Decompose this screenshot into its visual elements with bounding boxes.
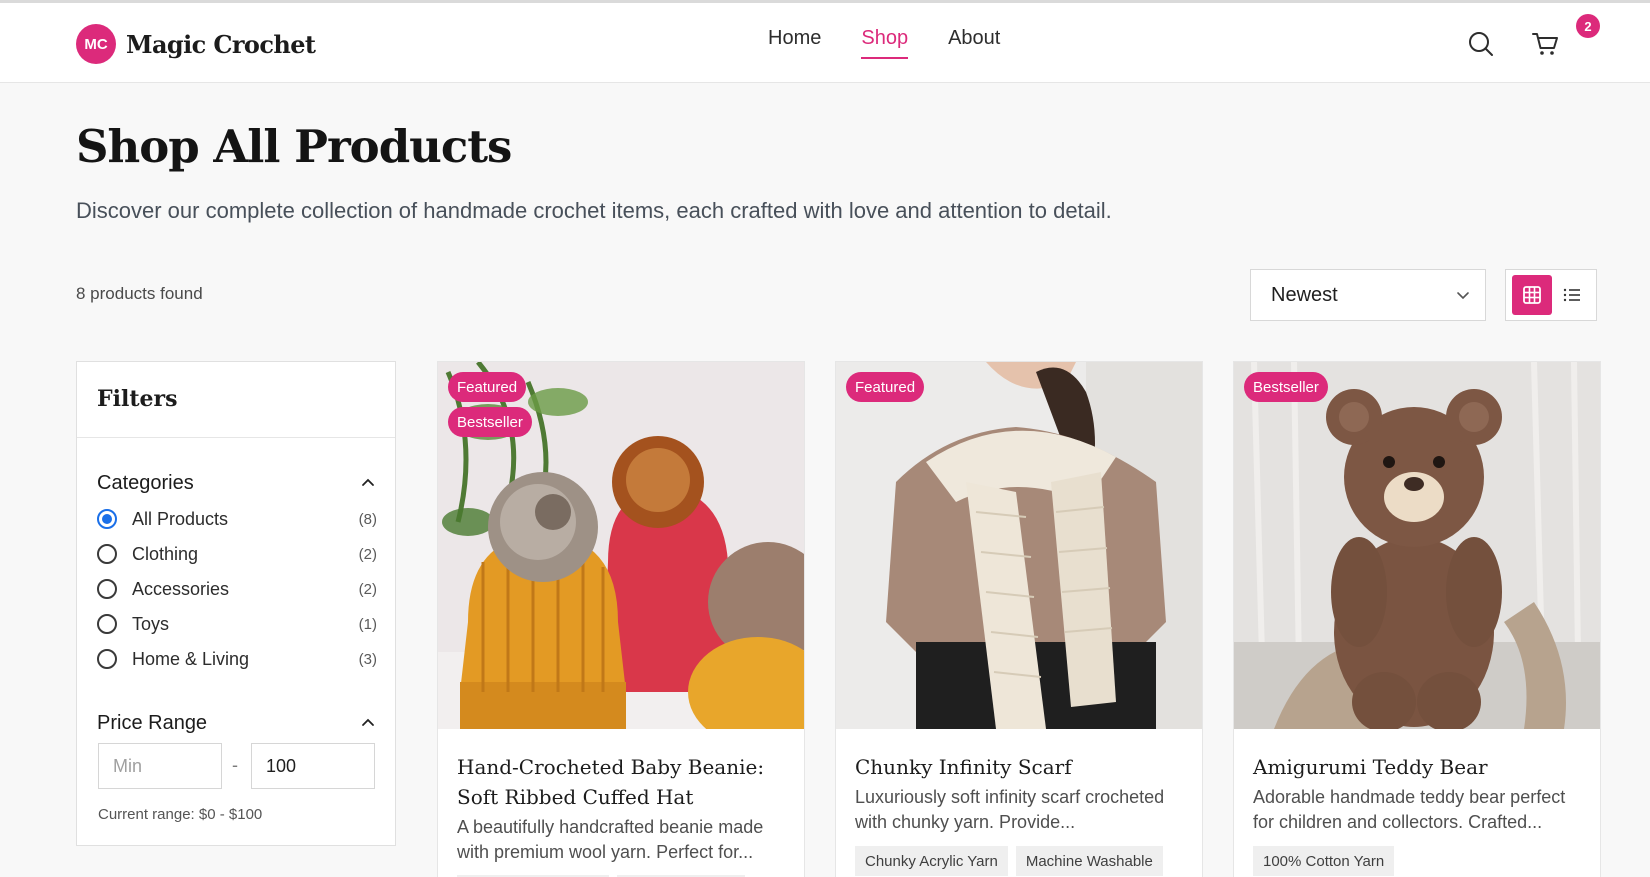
product-description: A beautifully handcrafted beanie made wi… <box>457 817 764 862</box>
product-tags: 100% Cotton Yarn <box>1253 846 1402 876</box>
badge-bestseller: Bestseller <box>448 407 532 437</box>
category-count: (3) <box>358 650 377 668</box>
product-title[interactable]: Amigurumi Teddy Bear <box>1253 752 1583 782</box>
price-min-input[interactable] <box>98 743 222 789</box>
cart-icon[interactable] <box>1531 29 1561 59</box>
product-tag: Chunky Acrylic Yarn <box>855 846 1008 876</box>
category-accessories[interactable]: Accessories (2) <box>97 574 377 604</box>
product-description: Luxuriously soft infinity scarf crochete… <box>855 787 1165 832</box>
view-toggle <box>1505 269 1597 321</box>
grid-icon <box>1523 286 1541 304</box>
product-card[interactable]: Bestseller Amigurumi Teddy Bear Adorable… <box>1233 361 1601 877</box>
category-count: (8) <box>358 510 377 528</box>
category-label: All Products <box>132 508 229 529</box>
current-range-text: Current range: $0 - $100 <box>98 806 263 823</box>
product-tag: Machine Washable <box>1015 846 1163 876</box>
category-home-living[interactable]: Home & Living (3) <box>97 644 377 674</box>
badge-featured: Featured <box>448 372 527 402</box>
category-label: Home & Living <box>132 648 250 669</box>
sort-select[interactable]: Newest <box>1250 269 1486 321</box>
radio-button[interactable] <box>97 579 117 599</box>
categories-heading: Categories <box>97 472 194 494</box>
product-title[interactable]: Hand-Crocheted Baby Beanie: Soft Ribbed … <box>457 752 787 812</box>
product-title[interactable]: Chunky Infinity Scarf <box>855 752 1185 782</box>
page-subtitle: Discover our complete collection of hand… <box>76 198 1112 223</box>
category-all-products[interactable]: All Products (8) <box>97 504 377 534</box>
main-nav: Home Shop About <box>768 27 1040 59</box>
search-icon[interactable] <box>1466 29 1496 59</box>
chevron-up-icon[interactable] <box>359 714 377 732</box>
page-title: Shop All Products <box>76 120 512 173</box>
filters-divider <box>77 437 395 438</box>
price-max-input[interactable] <box>251 743 375 789</box>
product-image-scarf[interactable]: Featured <box>836 362 1202 729</box>
nav-home[interactable]: Home <box>768 27 821 59</box>
sort-value: Newest <box>1271 283 1338 306</box>
product-card[interactable]: Featured Chunky Infinity Scarf Luxurious… <box>835 361 1203 877</box>
product-description: Adorable handmade teddy bear perfect for… <box>1253 787 1566 832</box>
brand-logo[interactable]: MC Magic Crochet <box>76 24 316 64</box>
radio-button[interactable] <box>97 509 117 529</box>
site-header: MC Magic Crochet Home Shop About <box>0 3 1650 83</box>
product-image-beanie[interactable]: Featured Bestseller <box>438 362 804 729</box>
list-view-button[interactable] <box>1552 275 1592 315</box>
badge-featured: Featured <box>846 372 925 402</box>
product-count: 8 products found <box>76 284 203 303</box>
filters-title: Filters <box>97 386 178 412</box>
category-label: Clothing <box>132 543 199 564</box>
nav-about[interactable]: About <box>948 27 1000 59</box>
product-tags: Chunky Acrylic Yarn Machine Washable <box>855 846 1171 876</box>
grid-view-button[interactable] <box>1512 275 1552 315</box>
radio-button[interactable] <box>97 649 117 669</box>
radio-button[interactable] <box>97 614 117 634</box>
range-separator: - <box>232 755 238 775</box>
cart-count-badge: 2 <box>1576 14 1600 38</box>
category-label: Accessories <box>132 578 230 599</box>
brand-name: Magic Crochet <box>126 29 316 59</box>
price-range-heading: Price Range <box>97 712 208 734</box>
category-label: Toys <box>132 613 170 634</box>
product-image-teddy-bear[interactable]: Bestseller <box>1234 362 1600 729</box>
nav-shop[interactable]: Shop <box>861 27 909 59</box>
product-card[interactable]: Featured Bestseller Hand-Crocheted Baby … <box>437 361 805 877</box>
category-count: (2) <box>358 580 377 598</box>
radio-button[interactable] <box>97 544 117 564</box>
category-count: (1) <box>358 615 377 633</box>
product-tag: 100% Cotton Yarn <box>1253 846 1395 876</box>
chevron-up-icon[interactable] <box>359 474 377 492</box>
category-count: (2) <box>358 545 377 563</box>
badge-bestseller: Bestseller <box>1244 372 1328 402</box>
chevron-down-icon <box>1457 292 1469 300</box>
list-icon <box>1563 288 1580 302</box>
scarf-photo <box>836 362 1202 729</box>
logo-badge: MC <box>76 24 116 64</box>
category-toys[interactable]: Toys (1) <box>97 609 377 639</box>
teddy-bear-photo <box>1234 362 1600 729</box>
category-clothing[interactable]: Clothing (2) <box>97 539 377 569</box>
